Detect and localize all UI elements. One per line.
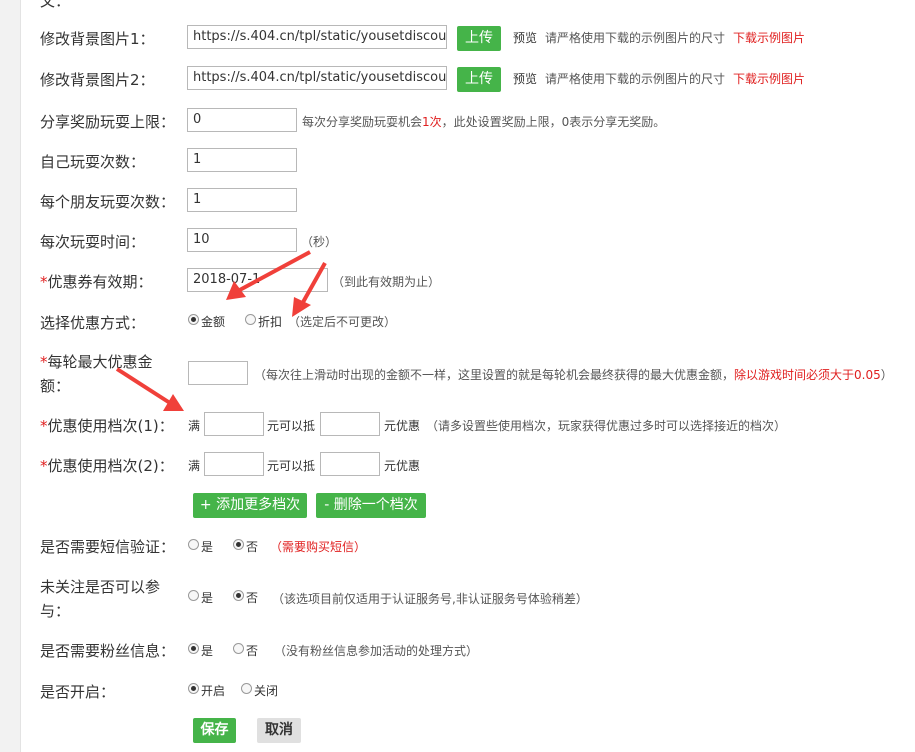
add-tier-button[interactable]: + 添加更多档次 <box>193 493 307 518</box>
sms-no-label: 否 <box>246 540 259 554</box>
fans-no-radio[interactable] <box>233 643 244 654</box>
max-amount-label-line2: 额： <box>40 377 71 395</box>
tier2-discount-input[interactable] <box>320 452 380 476</box>
share-limit-hint: 每次分享奖励玩耍机会1次，此处设置奖励上限，0表示分享无奖励。 <box>302 115 666 129</box>
fans-label: 是否需要粉丝信息： <box>40 642 176 660</box>
bg1-url-input[interactable]: https://s.404.cn/tpl/static/yousetdiscou… <box>187 25 447 49</box>
play-time-unit: （秒） <box>301 235 338 249</box>
bg2-size-note: 请严格使用下载的示例图片的尺寸 <box>545 72 726 86</box>
tier2-threshold-input[interactable] <box>204 452 264 476</box>
bg1-download-link[interactable]: 下载示例图片 <box>733 29 805 46</box>
discount-rate-label: 折扣 <box>258 315 283 329</box>
enable-on-label: 开启 <box>201 684 226 698</box>
friend-plays-input[interactable]: 1 <box>187 188 297 212</box>
discount-amount-label: 金额 <box>201 315 226 329</box>
tier1-mid-text: 元可以抵 <box>267 419 316 433</box>
validity-date-input[interactable]: 2018-07-1 <box>187 268 328 292</box>
discount-amount-radio[interactable] <box>188 314 199 325</box>
tier1-discount-input[interactable] <box>320 412 380 436</box>
arrow-head-tier <box>163 394 184 411</box>
bg1-label: 修改背景图片1： <box>40 30 155 48</box>
fans-yes-radio[interactable] <box>188 643 199 654</box>
follow-hint: （该选项目前仅适用于认证服务号,非认证服务号体验稍差） <box>272 592 588 606</box>
bg2-label: 修改背景图片2： <box>40 71 155 89</box>
follow-yes-label: 是 <box>201 591 214 605</box>
sms-hint: （需要购买短信） <box>270 540 367 554</box>
follow-no-label: 否 <box>246 591 259 605</box>
follow-no-radio[interactable] <box>233 590 244 601</box>
tier1-end-text: 元优惠 <box>384 419 421 433</box>
discount-rate-radio[interactable] <box>245 314 256 325</box>
tier1-threshold-input[interactable] <box>204 412 264 436</box>
sms-yes-radio[interactable] <box>188 539 199 550</box>
sms-no-radio[interactable] <box>233 539 244 550</box>
follow-label-line1: 未关注是否可以参 <box>40 578 161 596</box>
bg2-preview-link[interactable]: 预览 <box>513 70 537 87</box>
tier2-end-text: 元优惠 <box>384 459 421 473</box>
validity-hint: （到此有效期为止） <box>332 275 441 289</box>
bg2-download-link[interactable]: 下载示例图片 <box>733 70 805 87</box>
bg1-size-note: 请严格使用下载的示例图片的尺寸 <box>545 31 726 45</box>
self-plays-label: 自己玩耍次数： <box>40 153 146 171</box>
enable-label: 是否开启： <box>40 683 116 701</box>
left-panel-edge <box>0 0 21 752</box>
play-time-input[interactable]: 10 <box>187 228 297 252</box>
clipped-previous-label: 文： <box>40 0 71 10</box>
bg1-upload-button[interactable]: 上传 <box>457 26 501 51</box>
self-plays-input[interactable]: 1 <box>187 148 297 172</box>
validity-label: *优惠券有效期： <box>40 273 153 291</box>
cancel-button[interactable]: 取消 <box>257 718 301 743</box>
max-amount-hint: （每次往上滑动时出现的金额不一样，这里设置的就是每轮机会最终获得的最大优惠金额，… <box>254 368 893 382</box>
share-limit-label: 分享奖励玩耍上限： <box>40 113 176 131</box>
discount-mode-hint: （选定后不可更改） <box>288 315 397 329</box>
save-button[interactable]: 保存 <box>193 718 236 743</box>
tier1-label: *优惠使用档次(1)： <box>40 417 174 435</box>
tier2-label: *优惠使用档次(2)： <box>40 457 174 475</box>
sms-label: 是否需要短信验证： <box>40 538 176 556</box>
tier2-mid-text: 元可以抵 <box>267 459 316 473</box>
enable-on-radio[interactable] <box>188 683 199 694</box>
enable-off-label: 关闭 <box>254 684 279 698</box>
tier1-full-text: 满 <box>188 419 201 433</box>
follow-yes-radio[interactable] <box>188 590 199 601</box>
tier1-hint: （请多设置些使用档次，玩家获得优惠过多时可以选择接近的档次） <box>426 419 787 433</box>
fans-no-label: 否 <box>246 644 259 658</box>
play-time-label: 每次玩耍时间： <box>40 233 146 251</box>
remove-tier-button[interactable]: - 删除一个档次 <box>316 493 426 518</box>
enable-off-radio[interactable] <box>241 683 252 694</box>
sms-yes-label: 是 <box>201 540 214 554</box>
bg2-upload-button[interactable]: 上传 <box>457 67 501 92</box>
max-amount-input[interactable] <box>188 361 248 385</box>
fans-yes-label: 是 <box>201 644 214 658</box>
tier2-full-text: 满 <box>188 459 201 473</box>
fans-hint: （没有粉丝信息参加活动的处理方式） <box>274 644 479 658</box>
share-limit-input[interactable]: 0 <box>187 108 297 132</box>
bg2-url-input[interactable]: https://s.404.cn/tpl/static/yousetdiscou… <box>187 66 447 90</box>
max-amount-label-line1: *每轮最大优惠金 <box>40 353 153 371</box>
discount-mode-label: 选择优惠方式： <box>40 314 146 332</box>
follow-label-line2: 与： <box>40 602 71 620</box>
arrow-shaft-tier <box>115 367 172 405</box>
bg1-preview-link[interactable]: 预览 <box>513 29 537 46</box>
friend-plays-label: 每个朋友玩耍次数： <box>40 193 176 211</box>
